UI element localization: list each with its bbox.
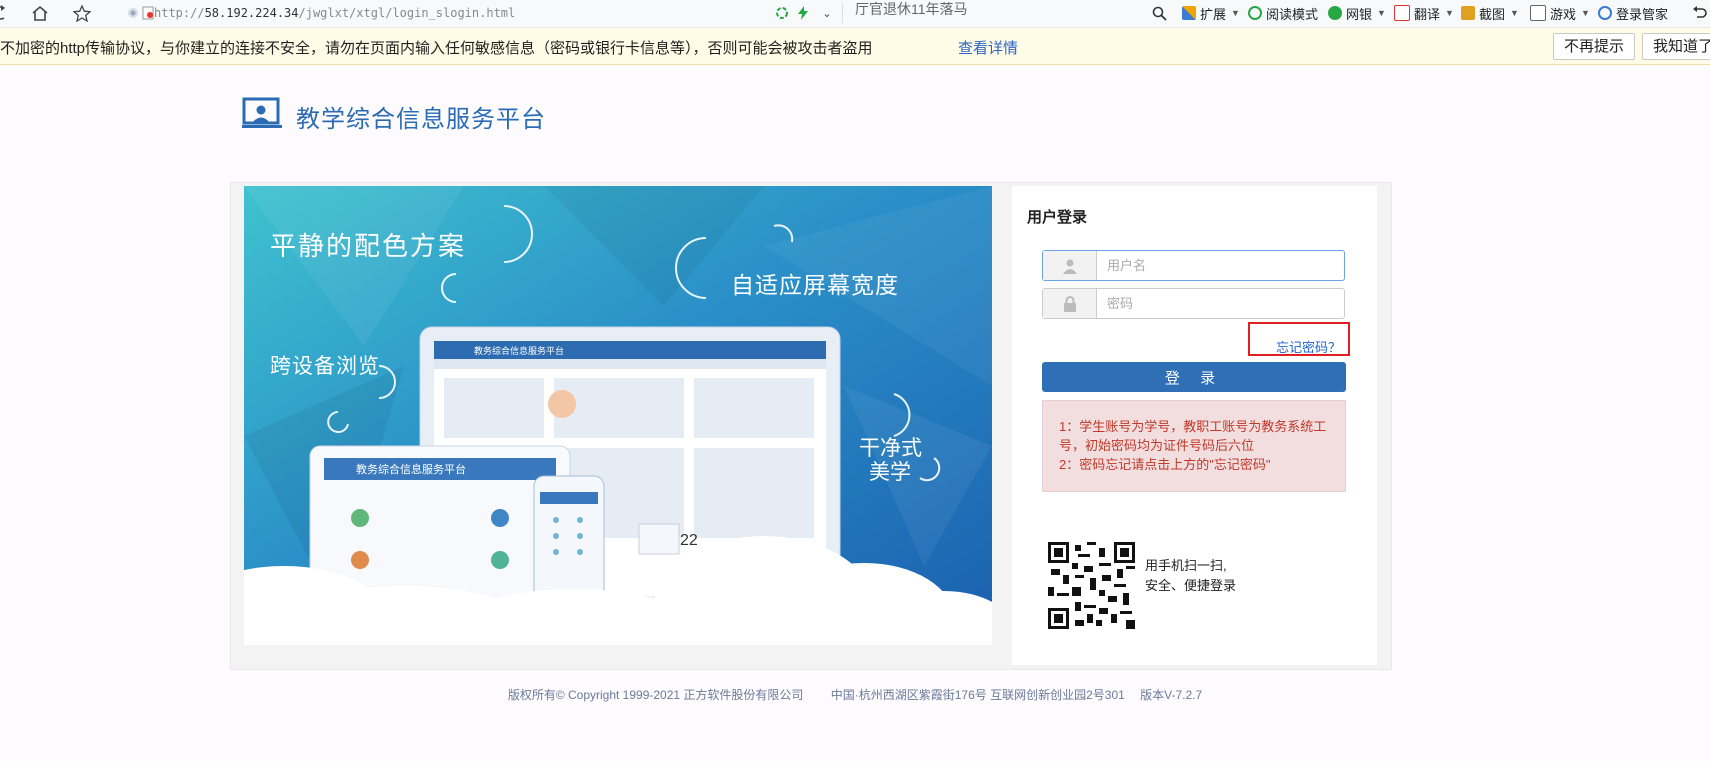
chevron-down-icon: ▼	[1231, 8, 1240, 18]
browser-toolbar: http://58.192.224.34/jwglxt/xtgl/login_s…	[0, 0, 1710, 28]
promo-banner: 平静的配色方案 自适应屏幕宽度 跨设备浏览 干净式 美学 教务综合信息服务平台 …	[244, 186, 992, 645]
user-icon	[1043, 251, 1097, 280]
lock-icon	[1043, 289, 1097, 318]
slogan-cross-device: 跨设备浏览	[270, 355, 380, 378]
banking-icon	[1328, 6, 1342, 20]
site-title: 教学综合信息服务平台	[296, 106, 546, 133]
extensions-icon	[1182, 6, 1196, 20]
toolbar-games[interactable]: 游戏 ▼	[1530, 3, 1590, 23]
toolbar-online-banking-label: 网银	[1346, 6, 1373, 22]
slogan-color-scheme: 平静的配色方案	[270, 231, 467, 261]
password-input[interactable]	[1097, 289, 1343, 318]
toolbar-games-label: 游戏	[1550, 6, 1577, 22]
got-it-button[interactable]: 我知道了	[1642, 33, 1710, 60]
username-field[interactable]	[1042, 250, 1345, 281]
notice-line-1: 1：学生账号为学号，教职工账号为教务系统工号，初始密码均为证件号码后六位	[1059, 419, 1327, 453]
toolbar-reader-mode[interactable]: 阅读模式	[1248, 3, 1318, 23]
toolbar-translate[interactable]: 翻译 ▼	[1394, 3, 1454, 23]
security-status-icon[interactable]	[127, 4, 139, 22]
login-notice: 1：学生账号为学号，教职工账号为教务系统工号，初始密码均为证件号码后六位 2：密…	[1042, 400, 1346, 492]
platform-logo-icon	[242, 96, 282, 135]
toolbar-screenshot[interactable]: 截图 ▼	[1461, 3, 1519, 23]
bookmark-star-icon[interactable]	[72, 4, 92, 22]
insecure-page-icon	[142, 4, 154, 22]
security-warning-text: 不加密的http传输协议，与你建立的连接不安全，请勿在页面内输入任何敏感信息（密…	[0, 40, 873, 57]
laptop-screen-title: 教务综合信息服务平台	[474, 346, 565, 356]
login-button[interactable]: 登 录	[1042, 362, 1346, 392]
reader-mode-icon	[1248, 6, 1262, 20]
toolbar-login-manager-label: 登录管家	[1616, 6, 1669, 22]
url-prefix: http://	[154, 6, 205, 20]
password-field[interactable]	[1042, 288, 1345, 319]
chevron-down-icon: ▼	[1377, 8, 1386, 18]
url-path: /jwglxt/xtgl/login_slogin.html	[298, 6, 516, 20]
reload-spinner-icon[interactable]	[774, 4, 790, 22]
url-host: 58.192.224.34	[204, 6, 299, 20]
chevron-down-icon: ▼	[1445, 8, 1454, 18]
toolbar-extensions[interactable]: 扩展 ▼	[1182, 3, 1240, 23]
qr-code	[1048, 542, 1135, 629]
tablet-screen-title: 教务综合信息服务平台	[356, 464, 466, 476]
refresh-icon[interactable]	[0, 4, 8, 22]
slogan-adaptive-width: 自适应屏幕宽度	[731, 272, 899, 298]
slogan-clean-line2: 美学	[869, 461, 911, 484]
key-icon	[1598, 6, 1612, 20]
toolbar-translate-label: 翻译	[1414, 6, 1441, 22]
toolbar-online-banking[interactable]: 网银 ▼	[1328, 3, 1386, 23]
translate-icon	[1394, 5, 1410, 21]
qr-code-icon	[1048, 542, 1135, 629]
login-title: 用户登录	[1027, 209, 1088, 226]
chevron-down-icon: ▼	[1510, 8, 1519, 18]
address-bar[interactable]: http://58.192.224.34/jwglxt/xtgl/login_s…	[154, 3, 754, 23]
screenshot-icon	[1461, 6, 1475, 20]
toolbar-divider	[842, 3, 843, 23]
toolbar-screenshot-label: 截图	[1479, 6, 1506, 22]
view-details-link[interactable]: 查看详情	[958, 37, 1018, 58]
notice-line-2: 2：密码忘记请点击上方的"忘记密码"	[1059, 457, 1271, 472]
page-footer: 版权所有© Copyright 1999-2021 正方软件股份有限公司 中国·…	[0, 686, 1710, 703]
qr-caption-line-2: 安全、便捷登录	[1145, 578, 1237, 593]
toolbar-login-manager[interactable]: 登录管家	[1598, 3, 1668, 23]
search-icon[interactable]	[1150, 4, 1168, 22]
footer-version: 版本V-7.2.7	[1140, 688, 1203, 702]
calendar-day: 22	[680, 532, 698, 549]
toolbar-reader-mode-label: 阅读模式	[1266, 6, 1319, 22]
gamepad-icon	[1530, 5, 1546, 21]
qr-caption-line-1: 用手机扫一扫,	[1145, 558, 1227, 573]
toolbar-extensions-label: 扩展	[1200, 6, 1227, 22]
address-dropdown-icon[interactable]: ⌄	[820, 4, 834, 22]
security-warning-bar: 不加密的http传输协议，与你建立的连接不安全，请勿在页面内输入任何敏感信息（密…	[0, 28, 1710, 65]
forgot-password-link[interactable]: 忘记密码？	[1276, 337, 1341, 356]
search-suggestion[interactable]: 厅官退休11年落马	[855, 0, 968, 18]
undo-icon[interactable]	[1690, 4, 1708, 22]
username-input[interactable]	[1097, 251, 1343, 280]
home-icon[interactable]	[30, 4, 50, 22]
qr-caption: 用手机扫一扫, 安全、便捷登录	[1145, 556, 1236, 596]
footer-copyright: 版权所有© Copyright 1999-2021 正方软件股份有限公司	[507, 688, 804, 702]
dont-remind-button[interactable]: 不再提示	[1553, 33, 1636, 60]
chevron-down-icon: ▼	[1581, 8, 1590, 18]
speed-mode-icon[interactable]	[796, 4, 810, 22]
footer-address: 中国·杭州西湖区紫霞街176号 互联网创新创业园2号301	[830, 688, 1125, 702]
